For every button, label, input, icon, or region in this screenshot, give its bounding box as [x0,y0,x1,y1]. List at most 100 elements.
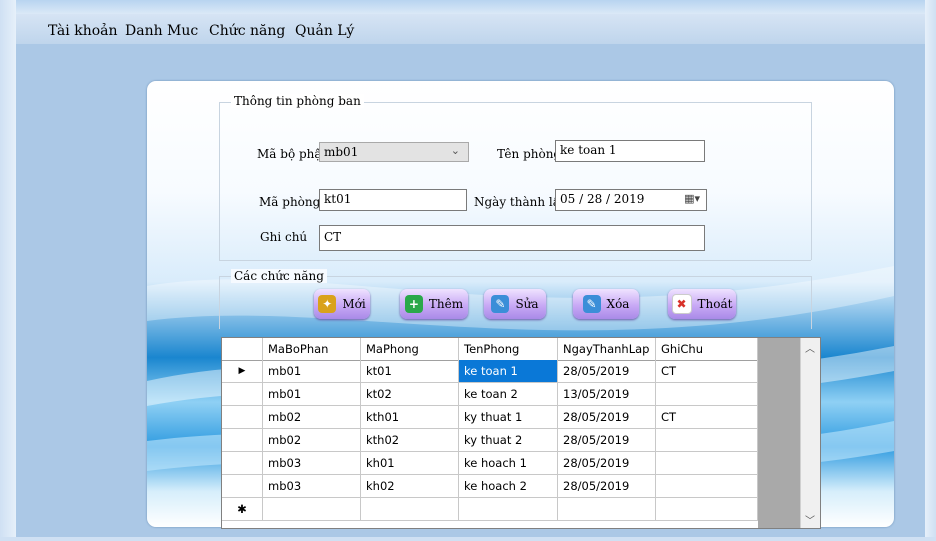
grid-cell[interactable]: 28/05/2019 [558,406,656,429]
grid-cell[interactable]: mb03 [263,475,361,498]
ten-phong-label: Tên phòng [497,147,562,161]
grid-cell[interactable]: kth02 [361,429,459,452]
grid-cell[interactable]: mb01 [263,383,361,406]
new-button-label: Mới [342,297,366,311]
scroll-down-icon[interactable]: ﹀ [805,512,815,527]
grid-cell[interactable]: CT [656,360,758,383]
grid-cell[interactable] [656,475,758,498]
ten-phong-input[interactable]: ke toan 1 [555,140,705,162]
grid-cell[interactable]: 28/05/2019 [558,475,656,498]
ghi-chu-value: CT [324,230,342,244]
new-button[interactable]: ✦ Mới [314,289,370,319]
chevron-down-icon: ⌄ [450,144,460,157]
row-header[interactable] [222,452,263,475]
row-header[interactable]: ▶ [222,360,263,383]
new-row-cell[interactable] [558,498,656,521]
grid-cell[interactable]: ke hoach 1 [459,452,558,475]
add-icon: + [404,295,423,313]
new-row-cell[interactable] [656,498,758,521]
grid-cell[interactable]: 28/05/2019 [558,452,656,475]
delete-button[interactable]: ✎ Xóa [573,289,639,319]
ma-bo-phan-select[interactable]: mb01 ⌄ [319,142,469,162]
calendar-dropdown-icon[interactable]: ▦▾ [684,192,700,205]
grid-cell[interactable]: kth01 [361,406,459,429]
grid-cell[interactable]: ke hoach 2 [459,475,558,498]
edit-button[interactable]: ✎ Sửa [484,289,546,319]
add-button[interactable]: + Thêm [400,289,468,319]
info-group-left [219,102,220,260]
exit-button[interactable]: ✖ Thoát [668,289,736,319]
grid-cell[interactable]: 28/05/2019 [558,360,656,383]
row-header[interactable] [222,406,263,429]
grid-cell[interactable]: mb01 [263,360,361,383]
col-header-mabophan[interactable]: MaBoPhan [263,338,361,360]
info-group-right [811,102,812,260]
new-row-header[interactable]: ✱ [222,498,263,521]
ghi-chu-input[interactable]: CT [319,225,705,251]
exit-button-label: Thoát [697,297,733,311]
menu-quan-ly[interactable]: Quản Lý [295,23,354,39]
ghi-chu-label: Ghi chú [260,230,308,244]
grid-cell[interactable] [656,452,758,475]
menu-bar: Tài khoản Danh Muc Chức năng Quản Lý [16,14,925,44]
col-header-maphong[interactable]: MaPhong [361,338,459,360]
window-bottom-border [0,537,936,541]
row-header[interactable] [222,429,263,452]
actions-group-right [811,276,812,329]
grid-cell[interactable]: ke toan 1 [459,360,558,383]
grid-cell[interactable]: ky thuat 1 [459,406,558,429]
grid-cell[interactable] [656,383,758,406]
grid-cell[interactable]: 13/05/2019 [558,383,656,406]
grid-cell[interactable]: kt01 [361,360,459,383]
info-group-title: Thông tin phòng ban [231,94,364,108]
new-row-cell[interactable] [459,498,558,521]
ten-phong-value: ke toan 1 [560,143,617,157]
grid-header: MaBoPhan MaPhong TenPhong NgayThanhLap G… [222,338,758,361]
add-button-label: Thêm [428,297,464,311]
edit-icon: ✎ [491,295,510,313]
ma-phong-label: Mã phòng [259,195,321,209]
scroll-up-icon[interactable]: ︿ [805,340,815,355]
info-group-bottom [219,260,811,261]
new-icon: ✦ [318,295,337,313]
grid-cell[interactable] [656,429,758,452]
menu-tai-khoan[interactable]: Tài khoản [48,23,118,39]
actions-group-left [219,276,220,329]
ngay-thanh-lap-value: 05 / 28 / 2019 [560,192,645,206]
new-row-cell[interactable] [263,498,361,521]
ngay-thanh-lap-picker[interactable]: 05 / 28 / 2019 ▦▾ [555,189,707,211]
vertical-scrollbar[interactable]: ︿ ﹀ [800,338,820,528]
actions-group-title: Các chức năng [231,269,327,283]
ma-phong-value: kt01 [324,192,352,206]
menu-danh-muc[interactable]: Danh Muc [125,23,198,39]
grid-cell[interactable]: kh02 [361,475,459,498]
edit-button-label: Sửa [515,297,539,311]
grid-cell[interactable]: kh01 [361,452,459,475]
row-header[interactable] [222,475,263,498]
row-header-corner [222,338,263,360]
delete-icon: ✎ [582,295,601,313]
new-row-cell[interactable] [361,498,459,521]
window-left-border [0,0,16,541]
window-right-border [925,0,936,541]
department-grid[interactable]: MaBoPhan MaPhong TenPhong NgayThanhLap G… [221,337,821,529]
ma-phong-input[interactable]: kt01 [319,189,467,211]
ngay-thanh-lap-label: Ngày thành lập [474,195,568,209]
grid-cell[interactable]: ky thuat 2 [459,429,558,452]
menu-chuc-nang[interactable]: Chức năng [209,23,285,39]
grid-cell[interactable]: mb02 [263,429,361,452]
grid-cell[interactable]: 28/05/2019 [558,429,656,452]
grid-cell[interactable]: ke toan 2 [459,383,558,406]
col-header-ghichu[interactable]: GhiChu [656,338,758,360]
col-header-tenphong[interactable]: TenPhong [459,338,558,360]
grid-cell[interactable]: mb02 [263,406,361,429]
grid-cell[interactable]: CT [656,406,758,429]
grid-empty-area [758,338,800,528]
row-header[interactable] [222,383,263,406]
grid-cell[interactable]: kt02 [361,383,459,406]
grid-cell[interactable]: mb03 [263,452,361,475]
window-top-border [0,0,936,14]
exit-icon: ✖ [671,294,692,314]
col-header-ngaythanhlap[interactable]: NgayThanhLap [558,338,656,360]
ma-bo-phan-value: mb01 [324,145,359,159]
